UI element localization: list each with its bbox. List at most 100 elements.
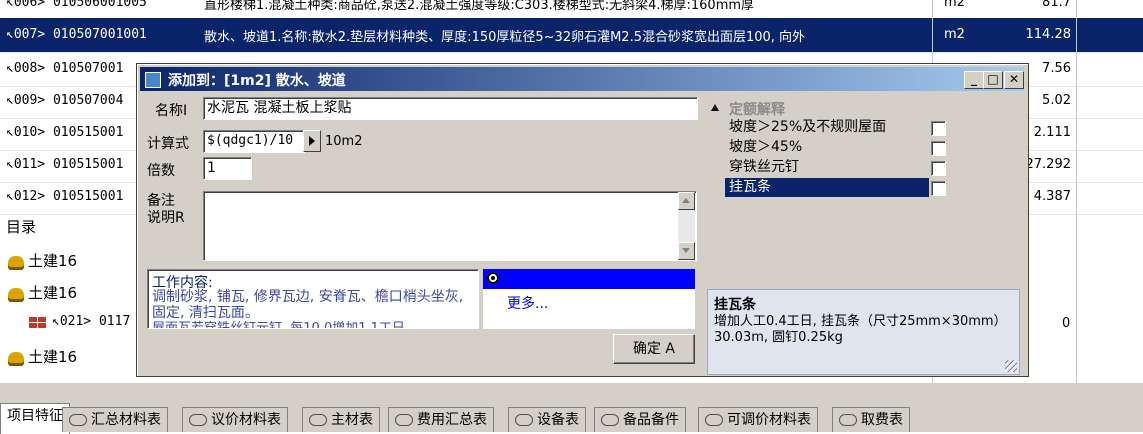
tab-0[interactable]: 项目特征	[0, 403, 70, 434]
quota-section-title: 定额解释	[729, 102, 785, 118]
ok-button-label: 确定 A	[632, 341, 676, 357]
quota-item-label: 穿铁丝元钉	[729, 159, 799, 175]
row-description: 散水、坡道1.名称:散水2.垫层材料种类、厚度:150厚粒径5~32卵石灌M2.…	[204, 30, 806, 45]
minimize-button[interactable]: _	[964, 71, 984, 89]
quota-item-label: 坡度＞25%及不规则屋面	[729, 119, 887, 135]
tab-label: 议价材料表	[211, 412, 281, 428]
app-icon	[145, 72, 161, 88]
option-row-selected[interactable]	[483, 269, 695, 289]
tree-item-tujian-3[interactable]: 土建16	[8, 346, 77, 376]
multiplier-label: 倍数	[147, 163, 175, 179]
multiplier-input[interactable]: 1	[203, 157, 252, 180]
dialog-title: 添加到：[1m2] 散水、坡道	[168, 73, 346, 89]
work-content-panel: 工作内容: 调制砂浆, 铺瓦, 修界瓦边, 安脊瓦、檐口梢头坐灰, 固定, 清扫…	[147, 269, 479, 329]
tree-item-021-qty: 0	[1062, 316, 1071, 331]
tab-label: 取费表	[861, 412, 903, 428]
add-quota-dialog: 添加到：[1m2] 散水、坡道 _ □ ✕ 名称I 水泥瓦 混凝土板上浆贴 计算…	[136, 63, 1029, 377]
row-description: 直形楼梯1.混凝土种类:商品砼,泵送2.混凝土强度等级:C303.楼梯型式:无斜…	[204, 0, 755, 13]
tab-1[interactable]: 汇总材料表	[62, 407, 168, 432]
tab-label: 项目特征	[7, 408, 63, 424]
quota-item[interactable]: 穿铁丝元钉	[725, 158, 929, 177]
brick-icon	[28, 315, 46, 328]
tab-icon	[839, 414, 857, 426]
close-button[interactable]: ✕	[1004, 71, 1024, 89]
remark-label-2: 说明R	[147, 210, 185, 226]
radio-icon	[487, 272, 499, 284]
tab-3[interactable]: 主材表	[302, 407, 380, 432]
tab-icon	[705, 414, 723, 426]
formula-label: 计算式	[147, 136, 189, 152]
detail-text: 增加人工0.4工日, 挂瓦条（尺寸25mm×30mm）30.03m, 圆钉0.2…	[714, 314, 1007, 345]
grid-line	[1076, 0, 1077, 383]
row-code: ↖011> 010515001	[6, 157, 124, 172]
remark-scrollbar[interactable]	[678, 192, 695, 260]
formula-expand-button[interactable]	[303, 130, 321, 152]
folder-icon	[8, 351, 24, 366]
scroll-down-button[interactable]	[678, 242, 695, 260]
tree-catalog[interactable]: 目录	[6, 216, 36, 246]
tab-4[interactable]: 费用汇总表	[388, 407, 494, 432]
collapse-icon[interactable]	[711, 104, 719, 111]
name-input[interactable]: 水泥瓦 混凝土板上浆贴	[203, 97, 698, 120]
quota-item-checkbox[interactable]	[931, 181, 946, 196]
maximize-button[interactable]: □	[983, 71, 1003, 89]
tab-icon	[601, 414, 619, 426]
ok-button[interactable]: 确定 A	[613, 334, 695, 364]
quota-item-label: 挂瓦条	[729, 179, 771, 195]
dialog-titlebar[interactable]: 添加到：[1m2] 散水、坡道 _ □ ✕	[140, 67, 1024, 91]
tree-item-tujian-2[interactable]: 土建16	[8, 282, 77, 312]
tree-item-label: ↖021> 0117	[52, 314, 131, 329]
work-content-text: 调制砂浆, 铺瓦, 修界瓦边, 安脊瓦、檐口梢头坐灰, 固定, 清扫瓦面。	[152, 289, 464, 321]
folder-icon	[8, 287, 24, 302]
tab-icon	[69, 414, 87, 426]
row-code: ↖006> 010506001005	[6, 0, 147, 10]
tab-2[interactable]: 议价材料表	[182, 407, 288, 432]
tab-5[interactable]: 设备表	[508, 407, 586, 432]
quota-item[interactable]: 挂瓦条	[725, 178, 929, 197]
tree-item-label: 土建16	[28, 284, 78, 302]
bottom-tab-bar: 项目特征 汇总材料表 议价材料表 主材表 费用汇总表 设备表 备品备件 可调价材料表 取费表	[0, 383, 1143, 434]
remark-textarea[interactable]	[203, 191, 697, 261]
quota-explanation-panel: 定额解释 坡度＞25%及不规则屋面 坡度＞45% 穿铁丝元钉挂瓦条	[705, 97, 1018, 287]
formula-input[interactable]: $(qdgc1)/10	[203, 130, 305, 153]
tree-item-tujian-1[interactable]: 土建16	[8, 250, 77, 280]
row-code: ↖008> 010507001	[6, 61, 124, 76]
more-link[interactable]: 更多...	[507, 293, 548, 313]
option-list: 更多...	[483, 269, 695, 329]
tab-6[interactable]: 备品备件	[594, 407, 686, 432]
tab-icon	[395, 414, 413, 426]
tab-7[interactable]: 可调价材料表	[698, 407, 818, 432]
tree-item-021[interactable]: ↖021> 0117	[28, 314, 130, 344]
work-content-more-text: 屋面瓦若穿铁丝钉元钉, 每10.0增加1.1工日	[152, 321, 405, 329]
quota-item[interactable]: 坡度＞25%及不规则屋面	[725, 118, 929, 137]
quota-item-checkbox[interactable]	[931, 161, 946, 176]
quota-item-checkbox[interactable]	[931, 121, 946, 136]
scroll-up-button[interactable]	[678, 192, 695, 210]
formula-unit: 10m2	[325, 134, 363, 149]
detail-title: 挂瓦条	[714, 297, 756, 313]
row-code: ↖010> 010515001	[6, 125, 124, 140]
tree-catalog-label: 目录	[6, 218, 37, 236]
row-quantity: 114.28	[1025, 27, 1072, 42]
quota-item-label: 坡度＞45%	[729, 139, 803, 155]
row-code: ↖007> 010507001001	[6, 27, 147, 42]
folder-icon	[8, 255, 24, 270]
table-row[interactable]: ↖007> 010507001001 散水、坡道1.名称:散水2.垫层材料种类、厚…	[0, 18, 1143, 53]
tab-label: 费用汇总表	[417, 412, 487, 428]
quota-detail-panel: 挂瓦条 增加人工0.4工日, 挂瓦条（尺寸25mm×30mm）30.03m, 圆…	[707, 289, 1020, 375]
name-label: 名称I	[155, 103, 188, 119]
tab-8[interactable]: 取费表	[832, 407, 910, 432]
quota-item[interactable]: 坡度＞45%	[725, 138, 929, 157]
row-code: ↖012> 010515001	[6, 189, 124, 204]
resize-grip-icon[interactable]	[1005, 360, 1017, 372]
tree-item-label: 土建16	[28, 252, 78, 270]
tree-item-label: 土建16	[28, 348, 78, 366]
tab-label: 设备表	[537, 412, 579, 428]
tab-icon	[515, 414, 533, 426]
quota-item-checkbox[interactable]	[931, 141, 946, 156]
tab-label: 备品备件	[623, 412, 679, 428]
tab-label: 可调价材料表	[727, 412, 811, 428]
row-quantity: 81.7	[1042, 0, 1071, 10]
tab-label: 汇总材料表	[91, 412, 161, 428]
row-code: ↖009> 010507004	[6, 93, 124, 108]
